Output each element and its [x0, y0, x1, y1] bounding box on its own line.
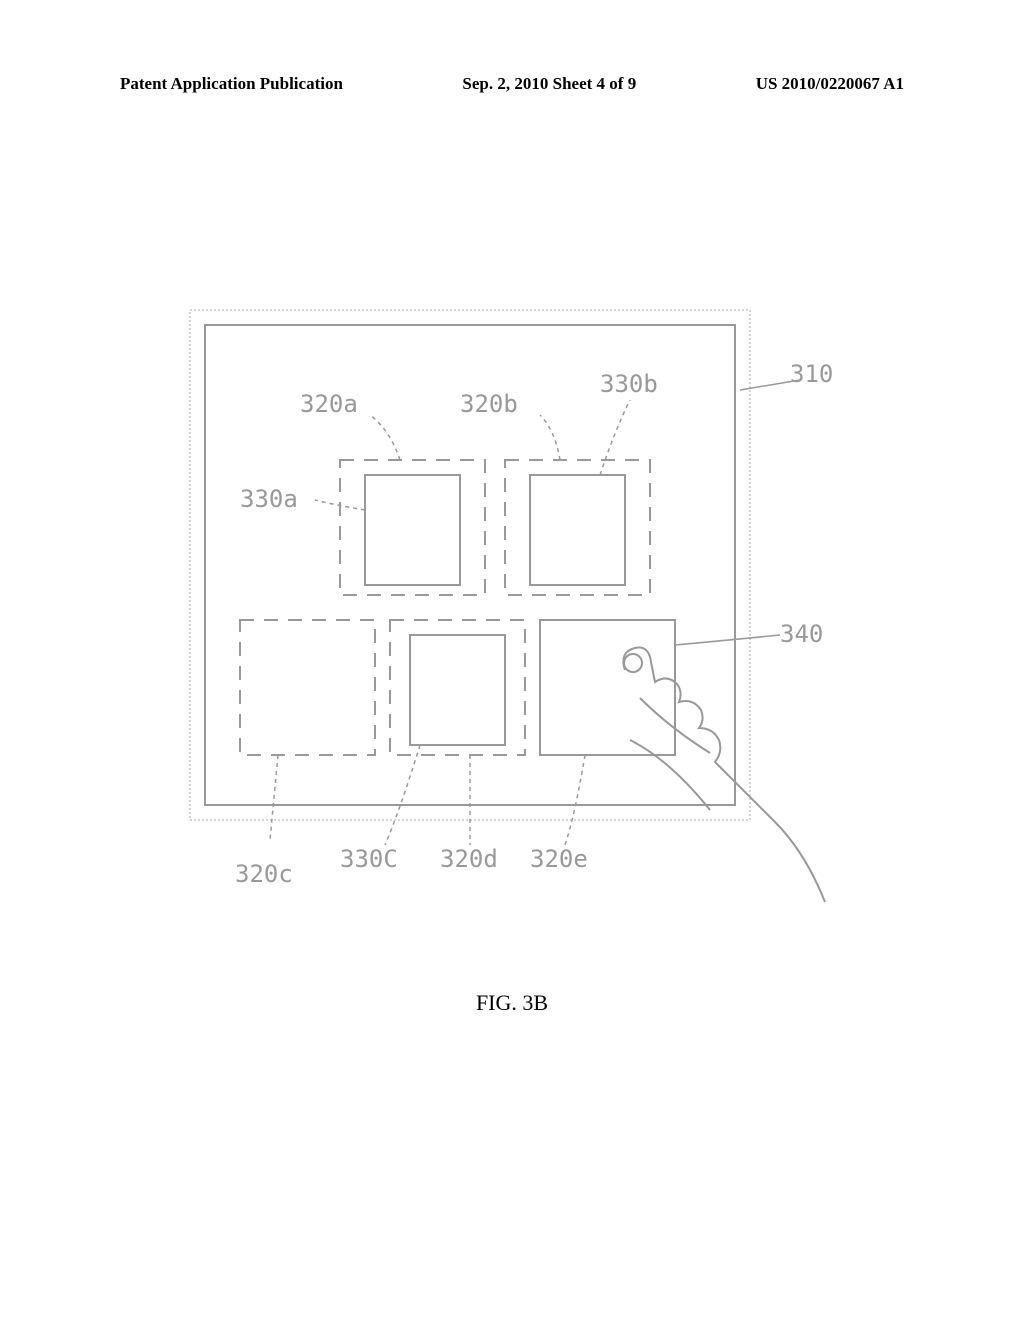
icon-330a — [365, 475, 460, 585]
leader-330b — [600, 400, 630, 475]
figure-3b: 310 320a 320b 330b 330a 340 320c 330C 32… — [170, 300, 850, 920]
icon-330b — [530, 475, 625, 585]
area-320c-dashed — [240, 620, 375, 755]
label-320d: 320d — [440, 845, 498, 873]
icon-330c — [410, 635, 505, 745]
leader-340 — [675, 635, 780, 645]
label-320b: 320b — [460, 390, 518, 418]
label-330c: 330C — [340, 845, 398, 873]
label-340: 340 — [780, 620, 823, 648]
figure-caption: FIG. 3B — [0, 990, 1024, 1016]
label-310: 310 — [790, 360, 833, 388]
leader-320e — [565, 755, 585, 845]
area-320b-dashed — [505, 460, 650, 595]
header-right: US 2010/0220067 A1 — [756, 74, 904, 94]
outer-frame — [190, 310, 750, 820]
area-320e-solid — [540, 620, 675, 755]
leader-330c — [385, 745, 420, 845]
hand-icon — [623, 648, 825, 902]
label-320a: 320a — [300, 390, 358, 418]
leader-320a — [370, 415, 400, 460]
header-left: Patent Application Publication — [120, 74, 343, 94]
label-330a: 330a — [240, 485, 298, 513]
label-320e: 320e — [530, 845, 588, 873]
leader-320c — [270, 755, 278, 840]
label-320c: 320c — [235, 860, 293, 888]
page-header: Patent Application Publication Sep. 2, 2… — [0, 74, 1024, 94]
leader-320b — [540, 415, 560, 460]
label-330b: 330b — [600, 370, 658, 398]
area-320a-dashed — [340, 460, 485, 595]
header-center: Sep. 2, 2010 Sheet 4 of 9 — [462, 74, 636, 94]
